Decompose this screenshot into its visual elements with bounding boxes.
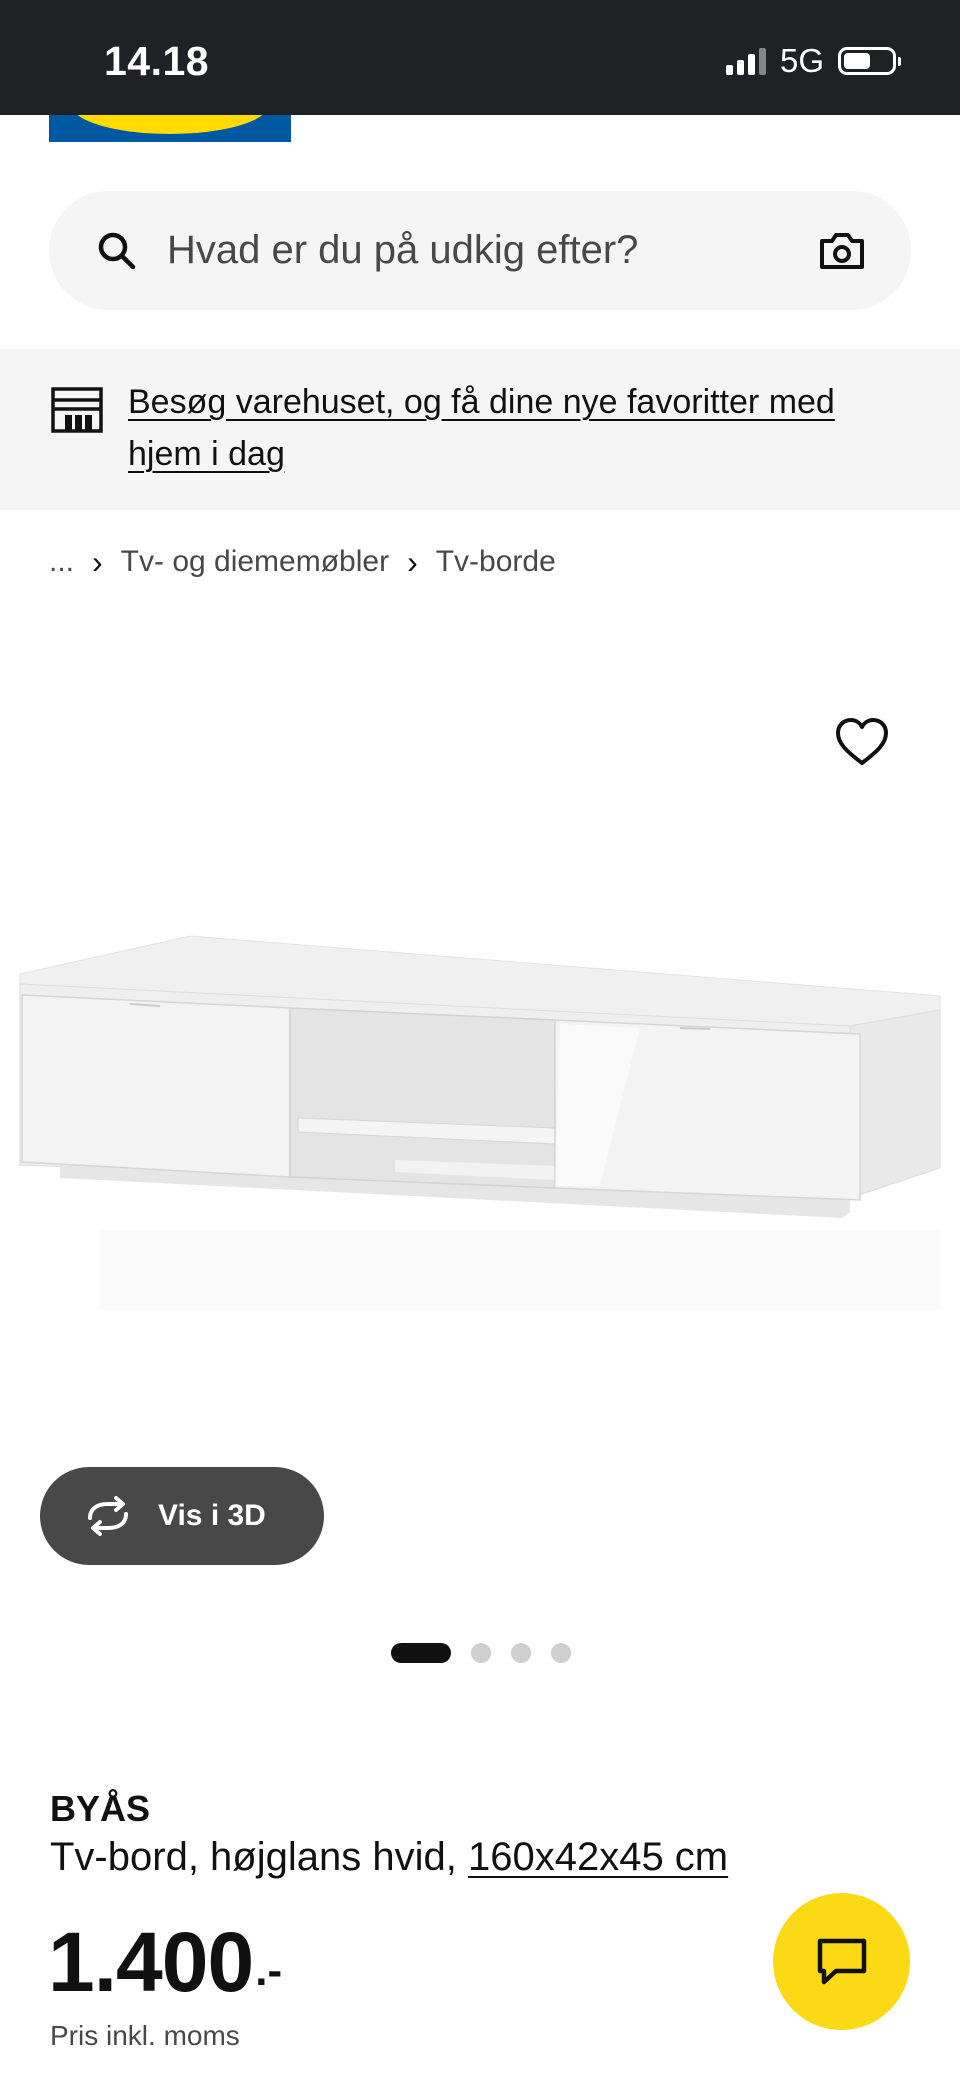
breadcrumb-ellipsis[interactable]: ... <box>49 545 74 579</box>
rotate-3d-icon <box>88 1496 128 1536</box>
price-note: Pris inkl. moms <box>50 2020 240 2051</box>
breadcrumb-item-tv-borde[interactable]: Tv-borde <box>436 545 556 579</box>
search-bar[interactable]: Hvad er du på udkig efter? <box>49 191 911 310</box>
network-label: 5G <box>779 42 824 79</box>
store-icon <box>51 387 103 433</box>
battery-icon <box>838 47 901 75</box>
breadcrumb-item-tv-media[interactable]: Tv- og diememøbler <box>121 545 389 579</box>
carousel-dot[interactable] <box>551 1643 571 1663</box>
store-banner: Besøg varehuset, og få dine nye favoritt… <box>0 349 960 510</box>
search-icon <box>98 232 136 270</box>
carousel-pagination <box>391 1643 571 1663</box>
product-dimensions-link[interactable]: 160x42x45 cm <box>468 1835 728 1879</box>
view-3d-button[interactable]: Vis i 3D <box>40 1467 324 1565</box>
status-bar: 14.18 5G <box>0 0 960 115</box>
price-suffix: .- <box>255 1946 283 1995</box>
product-name: BYÅS <box>50 1788 151 1829</box>
chevron-right-icon: › <box>92 543 103 580</box>
signal-icon <box>725 47 766 75</box>
carousel-dot[interactable] <box>391 1643 451 1663</box>
chevron-right-icon: › <box>407 543 418 580</box>
breadcrumb: ... › Tv- og diememøbler › Tv-borde <box>49 540 556 584</box>
product-type: Tv-bord, højglans hvid, <box>50 1835 457 1879</box>
heart-icon[interactable] <box>834 716 890 768</box>
store-visit-link[interactable]: Besøg varehuset, og få dine nye favoritt… <box>128 376 908 480</box>
carousel-dot[interactable] <box>471 1643 491 1663</box>
search-input[interactable]: Hvad er du på udkig efter? <box>167 228 638 273</box>
status-indicators: 5G <box>725 42 901 80</box>
price-value: 1.400 <box>48 1915 254 2009</box>
product-description: Tv-bord, højglans hvid, 160x42x45 cm <box>50 1835 728 1880</box>
camera-icon[interactable] <box>817 225 867 275</box>
chat-button[interactable] <box>773 1893 910 2030</box>
product-price: 1.400 .- <box>48 1914 282 2011</box>
ikea-logo[interactable] <box>49 115 291 142</box>
chat-icon <box>817 1938 866 1984</box>
product-image[interactable] <box>0 900 960 1320</box>
view-3d-label: Vis i 3D <box>158 1499 266 1532</box>
carousel-dot[interactable] <box>511 1643 531 1663</box>
status-time: 14.18 <box>104 38 210 84</box>
